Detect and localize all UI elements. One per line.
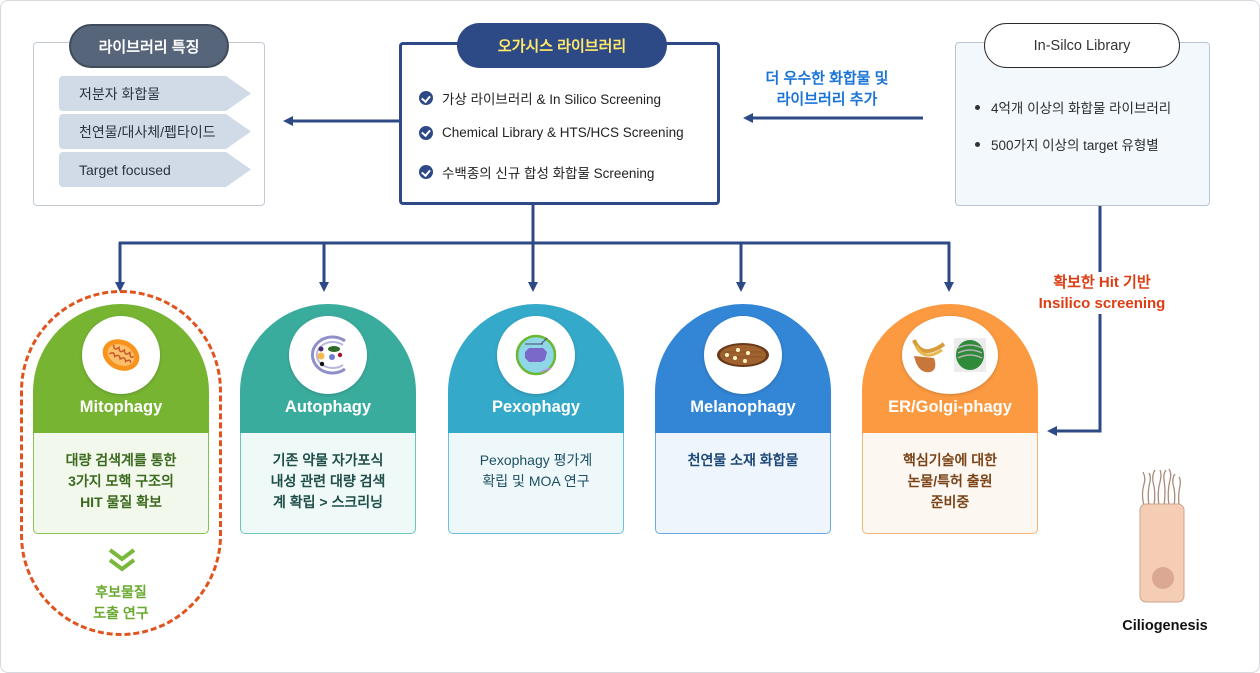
card-line: HIT 물질 확보: [80, 494, 162, 510]
card-line: 3가지 모핵 구조의: [68, 473, 174, 489]
card-line: 천연물 소재 화합물: [687, 452, 799, 468]
bullet-icon: [975, 104, 980, 110]
melanosome-icon: [704, 316, 782, 394]
check-circle-icon: [419, 125, 433, 140]
card-melanophagy: Melanophagy 천연물 소재 화합물: [655, 304, 831, 534]
peroxisome-icon: [497, 316, 575, 394]
add-library-annotation: 더 우수한 화합물 및 라이브러리 추가: [752, 68, 902, 110]
card-line: 확립 및 MOA 연구: [482, 473, 590, 489]
add-annotation-line2: 라이브러리 추가: [776, 91, 878, 108]
er-golgi-icon: [902, 316, 998, 394]
add-annotation-line1: 더 우수한 화합물 및: [765, 70, 889, 87]
card-line: Pexophagy 평가계: [479, 452, 593, 468]
card-pexophagy: Pexophagy Pexophagy 평가계 확립 및 MOA 연구: [448, 304, 624, 534]
card-line: 준비중: [930, 494, 970, 510]
hit-annotation-line2: Insilico screening: [1038, 295, 1166, 312]
center-item-label: 수백종의 신규 합성 화합물 Screening: [442, 166, 655, 181]
mitochondria-icon: [82, 316, 160, 394]
center-item-label: 가상 라이브러리 & In Silico Screening: [442, 92, 662, 107]
feature-item: Target focused: [59, 152, 251, 187]
card-line: 기존 약물 자가포식: [272, 452, 384, 468]
insilico-title: In-Silco Library: [984, 23, 1180, 68]
center-title: 오가시스 라이브러리: [457, 23, 667, 68]
center-item: 수백종의 신규 합성 화합물 Screening: [419, 162, 654, 182]
result-label: 후보물질 도출 연구: [60, 582, 182, 624]
card-body: 천연물 소재 화합물: [655, 433, 831, 534]
insilico-item-label: 4억개 이상의 화합물 라이브러리: [991, 101, 1172, 116]
card-line: 대량 검색계를 통한: [65, 452, 177, 468]
check-circle-icon: [419, 165, 433, 179]
insilico-item: 500가지 이상의 target 유형별: [975, 134, 1159, 154]
card-autophagy: Autophagy 기존 약물 자가포식 내성 관련 대량 검색 계 확립 > …: [240, 304, 416, 534]
center-item-label: Chemical Library & HTS/HCS Screening: [442, 125, 684, 140]
card-body: 핵심기술에 대한 논물/특허 출원 준비중: [862, 433, 1038, 534]
ciliated-cell-icon: [1139, 468, 1185, 603]
result-line1: 후보물질: [95, 584, 147, 600]
insilico-item-label: 500가지 이상의 target 유형별: [991, 138, 1159, 153]
insilico-item: 4억개 이상의 화합물 라이브러리: [975, 97, 1171, 117]
result-line2: 도출 연구: [93, 605, 149, 621]
card-line: 논물/특허 출원: [907, 473, 993, 489]
card-body: Pexophagy 평가계 확립 및 MOA 연구: [448, 433, 624, 534]
check-circle-icon: [419, 91, 433, 105]
card-title: Pexophagy: [491, 398, 581, 416]
features-title: 라이브러리 특징: [69, 24, 229, 68]
card-title: ER/Golgi-phagy: [888, 398, 1012, 416]
card-line: 핵심기술에 대한: [902, 452, 998, 468]
hit-screening-annotation: 확보한 Hit 기반 Insilico screening: [1020, 272, 1184, 314]
center-item: Chemical Library & HTS/HCS Screening: [419, 125, 684, 140]
ciliogenesis-label: Ciliogenesis: [1122, 618, 1208, 634]
card-title: Autophagy: [284, 398, 372, 416]
card-er-golgi: ER/Golgi-phagy 핵심기술에 대한 논물/특허 출원 준비중: [862, 304, 1038, 534]
card-body: 대량 검색계를 통한 3가지 모핵 구조의 HIT 물질 확보: [33, 433, 209, 534]
feature-item: 천연물/대사체/펩타이드: [59, 114, 251, 149]
autophagosome-icon: [289, 316, 367, 394]
card-body: 기존 약물 자가포식 내성 관련 대량 검색 계 확립 > 스크리닝: [240, 433, 416, 534]
card-mitophagy: Mitophagy 대량 검색계를 통한 3가지 모핵 구조의 HIT 물질 확…: [33, 304, 209, 534]
hit-annotation-line1: 확보한 Hit 기반: [1053, 274, 1151, 291]
center-item: 가상 라이브러리 & In Silico Screening: [419, 88, 661, 108]
double-chevron-down-icon: [108, 548, 136, 572]
hit-loop-line: [1047, 206, 1102, 436]
feature-item: 저분자 화합물: [59, 76, 251, 111]
card-title: Mitophagy: [79, 398, 163, 416]
bullet-icon: [975, 141, 980, 147]
card-line: 계 확립 > 스크리닝: [272, 494, 383, 510]
card-line: 내성 관련 대량 검색: [270, 473, 386, 489]
card-title: Melanophagy: [690, 398, 796, 416]
